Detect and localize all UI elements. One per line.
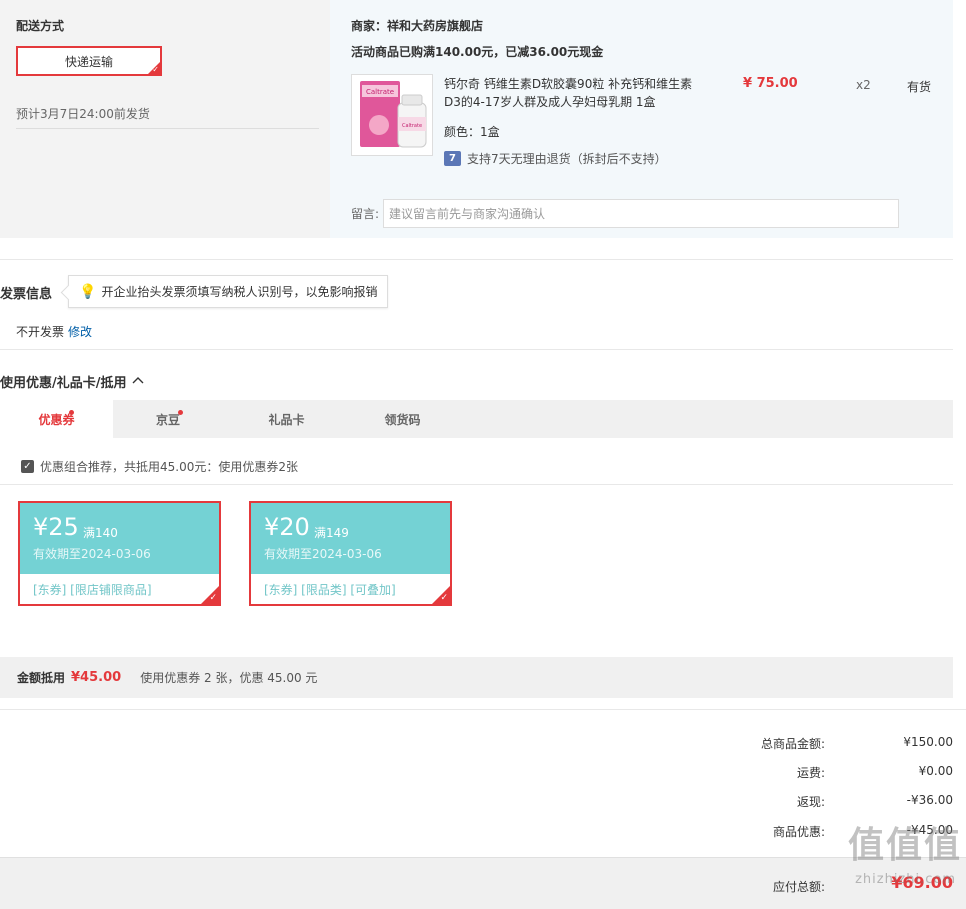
coupon-summary-desc: 使用优惠券 2 张，优惠 45.00 元 xyxy=(140,671,318,685)
total-label: 总商品金额: xyxy=(760,737,825,751)
coupon-tags: [东券] [限品类] [可叠加] xyxy=(264,583,396,597)
notification-dot xyxy=(178,410,183,415)
product-color: 颜色：1盒 xyxy=(444,125,500,139)
coupon-summary: 金额抵用 ¥45.00 使用优惠券 2 张，优惠 45.00 元 xyxy=(0,657,953,698)
shipping-fee-value: ¥0.00 xyxy=(918,764,953,778)
tab-label: 礼品卡 xyxy=(268,412,305,427)
return-policy: 7 支持7天无理由退货（拆封后不支持） xyxy=(444,150,667,167)
notification-dot xyxy=(69,410,74,415)
coupon-expiry: 有效期至2024-03-06 xyxy=(33,547,151,561)
coupon-recommend[interactable]: ✓ 优惠组合推荐，共抵用45.00元：使用优惠券2张 xyxy=(21,458,298,475)
shipping-method-button[interactable]: 快递运输 ✓ xyxy=(16,46,162,76)
invoice-value: 不开发票 修改 xyxy=(16,323,92,340)
coupon-section-toggle[interactable]: 使用优惠/礼品卡/抵用 xyxy=(0,372,145,391)
coupon-header: ¥25 满140 有效期至2024-03-06 xyxy=(20,503,219,574)
promo-text: 活动商品已购满140.00元，已减36.00元现金 xyxy=(351,45,604,59)
memo-label: 留言: xyxy=(351,207,380,221)
shipping-estimate: 预计3月7日24:00前发货 xyxy=(16,107,150,121)
invoice-edit-link[interactable]: 修改 xyxy=(68,325,92,339)
coupon-amount: ¥25 xyxy=(33,513,79,541)
coupon-summary-label: 金额抵用 xyxy=(17,671,66,685)
check-icon: ✓ xyxy=(440,593,448,603)
tab-gift-card[interactable]: 礼品卡 xyxy=(230,400,343,438)
tab-coupons[interactable]: 优惠券 xyxy=(0,400,113,438)
tab-jingdou[interactable]: 京豆 xyxy=(113,400,223,438)
check-icon: ✓ xyxy=(152,65,159,74)
product-quantity: x2 xyxy=(856,78,871,92)
return-policy-text: 支持7天无理由退货（拆封后不支持） xyxy=(467,152,667,166)
coupon-tags: [东券] [限店铺限商品] xyxy=(33,583,152,597)
return-7day-icon: 7 xyxy=(444,151,461,166)
product-photo-icon: Caltrate Caltrate xyxy=(352,75,432,155)
check-icon: ✓ xyxy=(209,593,217,603)
divider xyxy=(16,128,319,129)
coupon-condition: 满140 xyxy=(83,526,118,540)
shipping-method-label: 快递运输 xyxy=(64,54,113,69)
svg-text:Caltrate: Caltrate xyxy=(402,123,422,129)
svg-text:Caltrate: Caltrate xyxy=(366,88,394,96)
discount-label: 商品优惠: xyxy=(772,825,825,839)
coupon-expiry: 有效期至2024-03-06 xyxy=(264,547,382,561)
coupon-header: ¥20 满149 有效期至2024-03-06 xyxy=(251,503,450,574)
checkbox-checked-icon[interactable]: ✓ xyxy=(21,460,34,473)
product-name[interactable]: 钙尔奇 钙维生素D软胶囊90粒 补充钙和维生素D3的4-17岁人群及成人孕妇母乳… xyxy=(444,75,694,111)
payable-label: 应付总额: xyxy=(772,880,825,894)
invoice-tip-text: 开企业抬头发票须填写纳税人识别号，以免影响报销 xyxy=(101,285,378,299)
shipping-title: 配送方式 xyxy=(16,19,65,33)
product-price: ¥ 75.00 xyxy=(743,76,798,91)
lightbulb-icon: 💡 xyxy=(79,283,97,300)
coupon-amount: ¥20 xyxy=(264,513,310,541)
coupon-card[interactable]: ¥25 满140 有效期至2024-03-06 [东券] [限店铺限商品] ✓ xyxy=(18,501,221,606)
total-value: ¥150.00 xyxy=(903,735,953,749)
stock-status: 有货 xyxy=(907,80,932,94)
merchant-name: 商家：祥和大药房旗舰店 xyxy=(351,19,484,33)
coupon-condition: 满149 xyxy=(314,526,349,540)
tab-label: 京豆 xyxy=(155,412,180,427)
coupon-summary-amount: ¥45.00 xyxy=(71,670,122,685)
coupon-section-title: 使用优惠/礼品卡/抵用 xyxy=(0,376,127,391)
divider xyxy=(0,349,953,350)
invoice-title: 发票信息 xyxy=(0,287,53,302)
tab-redeem-code[interactable]: 领货码 xyxy=(346,400,459,438)
chevron-up-icon xyxy=(131,374,145,389)
coupon-tabs: 优惠券 京豆 礼品卡 领货码 xyxy=(0,400,953,438)
divider xyxy=(0,484,953,485)
tab-label: 领货码 xyxy=(384,412,421,427)
divider xyxy=(0,709,966,710)
watermark: 值值值 xyxy=(847,825,962,866)
watermark-url: zhizhizhi.com xyxy=(855,872,956,887)
invoice-type: 不开发票 xyxy=(16,325,65,339)
coupon-recommend-text: 优惠组合推荐，共抵用45.00元：使用优惠券2张 xyxy=(40,460,298,474)
cashback-value: -¥36.00 xyxy=(906,793,953,807)
product-image[interactable]: Caltrate Caltrate xyxy=(351,74,433,156)
memo-input[interactable] xyxy=(383,199,899,228)
coupon-card[interactable]: ¥20 满149 有效期至2024-03-06 [东券] [限品类] [可叠加]… xyxy=(249,501,452,606)
divider xyxy=(0,259,953,260)
shipping-fee-label: 运费: xyxy=(796,766,825,780)
invoice-tip: 💡 开企业抬头发票须填写纳税人识别号，以免影响报销 xyxy=(68,275,389,308)
cashback-label: 返现: xyxy=(796,795,825,809)
